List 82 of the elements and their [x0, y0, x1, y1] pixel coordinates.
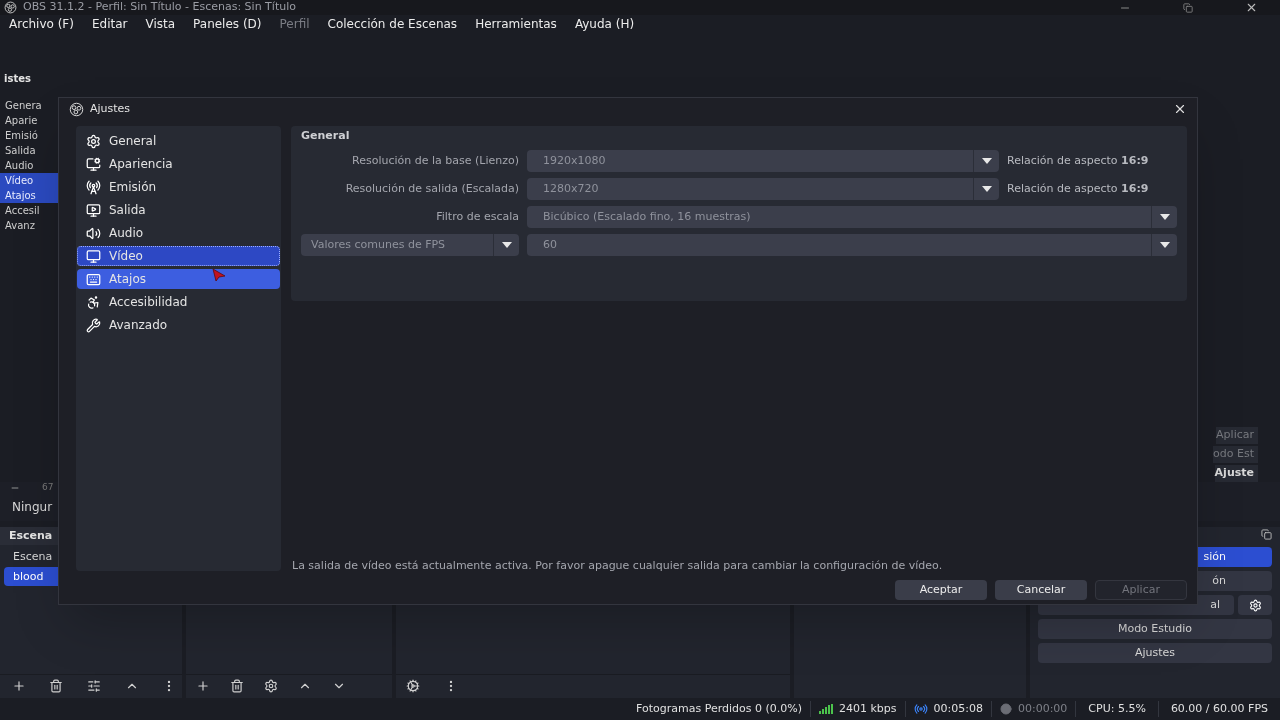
nav-item[interactable]: Emisión: [77, 177, 280, 197]
control-button[interactable]: Ajustes: [1038, 643, 1272, 664]
settings-list-item[interactable]: Salida: [0, 143, 58, 158]
transition-label: Ningur: [11, 499, 54, 516]
value-dropdown[interactable]: Bicúbico (Escalado fino, 16 muestras): [527, 206, 1177, 228]
antenna-icon: [86, 179, 101, 195]
settings-list-item[interactable]: Atajos: [0, 188, 58, 203]
keyboard-icon: [86, 271, 101, 287]
accessibility-icon: [86, 294, 101, 310]
field-label: Resolución de salida (Escalada): [344, 180, 519, 197]
settings-list-item[interactable]: Vídeo: [0, 173, 58, 188]
app-logo-icon: [4, 1, 17, 14]
caret-icon: [1159, 242, 1170, 248]
settings-list-item[interactable]: Audio: [0, 158, 58, 173]
monitor-icon: [86, 202, 101, 218]
dialog-title: Ajustes: [90, 100, 131, 117]
settings-list-item[interactable]: Avanz: [0, 218, 58, 233]
menu-item[interactable]: Paneles (D): [193, 15, 262, 33]
delete-icon: [230, 679, 244, 694]
caret-icon: [981, 158, 992, 164]
restore-icon[interactable]: [1183, 2, 1193, 13]
control-button[interactable]: Modo Estudio: [1038, 619, 1272, 640]
add-icon: [11, 679, 26, 694]
field-label: Filtro de escala: [435, 208, 519, 225]
cpu-usage: CPU: 5.5%: [1076, 700, 1159, 718]
menu-item[interactable]: Vista: [145, 15, 176, 33]
stream-time: 00:05:08: [933, 700, 983, 717]
panel-title: istes: [3, 72, 32, 86]
fps-counter: 60.00 / 60.00 FPS: [1169, 700, 1269, 717]
settings-list-item[interactable]: Aparie: [0, 113, 58, 128]
cursor-icon: [212, 268, 226, 282]
menu-item[interactable]: Ayuda (H): [574, 15, 635, 33]
speaker-icon: [86, 225, 101, 241]
nav-item[interactable]: Accesibilidad: [77, 292, 280, 312]
nav-item[interactable]: Atajos: [77, 269, 280, 289]
gear-icon: [1248, 598, 1262, 612]
settings-icon: [264, 679, 278, 694]
caret-icon: [981, 186, 992, 192]
dropped-frames: Fotogramas Perdidos 0 (0.0%): [628, 700, 811, 718]
add-icon: [196, 679, 210, 694]
delete-icon: [49, 679, 64, 694]
monitor-icon: [86, 156, 101, 172]
wrench-icon: [86, 317, 101, 333]
settings-list-item[interactable]: Emisió: [0, 128, 58, 143]
caret-icon: [501, 242, 512, 248]
window-title: OBS 31.1.2 - Perfil: Sin Título - Escenas: Sin Título: [23, 0, 296, 16]
bitrate: 2401 kbps: [839, 700, 897, 717]
record-time: 00:00:00: [1017, 700, 1068, 717]
advanced-audio-icon: [406, 679, 420, 694]
aspect-ratio-label: Relación de aspecto 16:9: [1007, 152, 1150, 169]
menu-item[interactable]: Herramientas: [475, 15, 557, 33]
record-icon: [999, 702, 1012, 715]
settings-list-item[interactable]: Genera: [0, 98, 58, 113]
close-icon[interactable]: [1173, 102, 1187, 116]
nav-item[interactable]: Vídeo: [77, 246, 280, 266]
gear-icon: [86, 133, 101, 149]
menu-item[interactable]: Archivo (F): [9, 15, 74, 33]
caret-icon: [1159, 214, 1170, 220]
aspect-ratio-label: Relación de aspecto 16:9: [1007, 180, 1150, 197]
nav-item[interactable]: Audio: [77, 223, 280, 243]
nav-item[interactable]: Apariencia: [77, 154, 280, 174]
dialog-button[interactable]: Cancelar: [995, 580, 1087, 600]
menu-item[interactable]: Colección de Escenas: [327, 15, 458, 33]
streaming-icon: [913, 701, 928, 716]
zoom-level: 67: [42, 481, 54, 495]
nav-item[interactable]: Salida: [77, 200, 280, 220]
settings-list-item[interactable]: Accesil: [0, 203, 58, 218]
undock-icon[interactable]: [1261, 529, 1272, 541]
filter-icon: [87, 679, 101, 694]
warning-message: La salida de vídeo está actualmente activa. Por favor apague cualquier salida para cambiar la configuración de vídeo.: [291, 557, 944, 574]
dialog-button[interactable]: Aceptar: [895, 580, 987, 600]
monitor-icon: [86, 248, 101, 264]
settings-button[interactable]: [1238, 595, 1272, 616]
nav-item[interactable]: General: [77, 131, 280, 151]
signal-icon: [819, 703, 833, 714]
app-logo-icon: [69, 101, 84, 117]
nav-item[interactable]: Avanzado: [77, 315, 280, 335]
group-title: General: [301, 128, 351, 144]
field-label: Resolución de la base (Lienzo): [351, 152, 519, 169]
menu-item[interactable]: Editar: [91, 15, 128, 33]
close-icon[interactable]: [1245, 1, 1258, 14]
background-button[interactable]: Ajuste: [1214, 465, 1258, 482]
